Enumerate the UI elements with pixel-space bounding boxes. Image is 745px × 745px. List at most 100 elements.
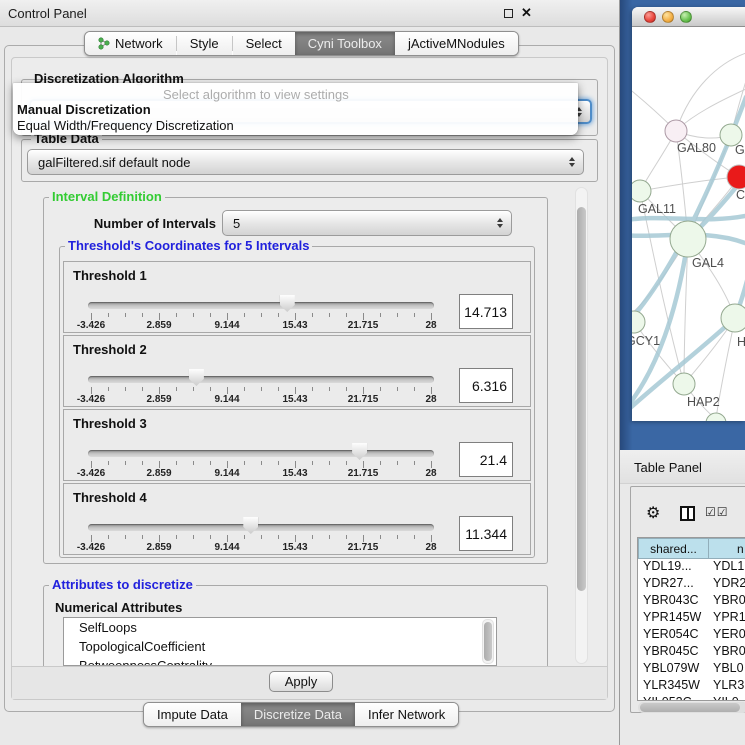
network-node[interactable] — [727, 165, 745, 189]
gear-icon[interactable]: ⚙ — [646, 503, 660, 523]
traffic-light-minimize-icon[interactable] — [662, 11, 674, 23]
table-cell[interactable]: YBR045C — [638, 644, 709, 661]
slider-track[interactable] — [88, 376, 434, 383]
slider-track[interactable] — [88, 302, 434, 309]
table-row[interactable]: YDR27...YDR2 — [638, 576, 745, 593]
float-window-icon[interactable] — [504, 9, 513, 18]
attribute-item[interactable]: SelfLoops — [64, 618, 496, 637]
slider-thumb[interactable] — [243, 517, 258, 534]
network-node[interactable] — [632, 180, 651, 202]
tab-discretize-data[interactable]: Discretize Data — [241, 703, 355, 726]
list-scrollbar-thumb[interactable] — [484, 622, 492, 661]
window-titlebar[interactable] — [632, 7, 745, 27]
tab-style[interactable]: Style — [177, 32, 232, 55]
slider-track[interactable] — [88, 450, 434, 457]
slider-tick — [363, 535, 364, 542]
table-row[interactable]: YLR345WYLR3 — [638, 678, 745, 695]
slider-tick — [295, 461, 296, 468]
cyni-scrollbar-thumb[interactable] — [577, 207, 586, 591]
close-icon[interactable]: ✕ — [521, 5, 532, 21]
network-node[interactable] — [706, 413, 726, 421]
slider-tick-label: -3.426 — [59, 320, 123, 331]
table-row[interactable]: YBR045CYBR0 — [638, 644, 745, 661]
network-node[interactable] — [632, 311, 645, 333]
slider-tick — [278, 387, 279, 391]
select-columns-icon[interactable]: ☑☑ — [705, 505, 729, 519]
table-cell[interactable]: YLR3 — [709, 678, 744, 695]
tab-jactivemnodules[interactable]: jActiveMNodules — [395, 32, 518, 55]
network-node[interactable] — [673, 373, 695, 395]
screenshot-stage: Control Panel ✕ Network Style Select Cyn… — [0, 0, 745, 745]
tab-select[interactable]: Select — [233, 32, 295, 55]
threshold-box: Threshold 4 -3.4262.8599.14415.4321.7152… — [63, 483, 531, 555]
tab-cyni-toolbox[interactable]: Cyni Toolbox — [295, 32, 395, 55]
traffic-light-close-icon[interactable] — [644, 11, 656, 23]
table-cell[interactable]: YLR345W — [638, 678, 709, 695]
popup-option-equal-width-frequency[interactable]: Equal Width/Frequency Discretization — [17, 118, 234, 133]
slider-tick-label: 2.859 — [127, 394, 191, 405]
table-cell[interactable]: YDR27... — [638, 576, 709, 593]
table-cell[interactable]: YPR1 — [709, 610, 745, 627]
table-cell[interactable]: YBR0 — [709, 593, 745, 610]
slider-track[interactable] — [88, 524, 434, 531]
split-view-icon[interactable] — [680, 506, 695, 521]
table-cell[interactable]: YPR145W — [638, 610, 709, 627]
h-scrollbar-thumb[interactable] — [640, 703, 740, 712]
table-row[interactable]: YIL052CYIL0 — [638, 695, 745, 701]
threshold-value-field[interactable]: 21.4 — [459, 442, 513, 477]
list-items: SelfLoopsTopologicalCoefficientBetweenne… — [64, 618, 496, 666]
table-cell[interactable]: YBL079W — [638, 661, 709, 678]
list-scrollbar[interactable] — [482, 619, 494, 664]
network-node[interactable] — [670, 221, 706, 257]
tab-network[interactable]: Network — [85, 32, 176, 55]
node-label: GAL80 — [677, 141, 716, 155]
slider-tick — [414, 461, 415, 465]
table-row[interactable]: YPR145WYPR1 — [638, 610, 745, 627]
node-label: GAL11 — [638, 202, 676, 216]
table-cell[interactable]: YDL1 — [709, 559, 744, 576]
table-row[interactable]: YDL19...YDL1 — [638, 559, 745, 576]
table-cell[interactable]: YER054C — [638, 627, 709, 644]
table-cell[interactable]: YDL19... — [638, 559, 709, 576]
attribute-item[interactable]: BetweennessCentrality — [64, 656, 496, 666]
numerical-attributes-list[interactable]: SelfLoopsTopologicalCoefficientBetweenne… — [63, 617, 497, 666]
table-cell[interactable]: YBR043C — [638, 593, 709, 610]
table-cell[interactable]: YDR2 — [709, 576, 745, 593]
attribute-item[interactable]: TopologicalCoefficient — [64, 637, 496, 656]
threshold-value-field[interactable]: 11.344 — [459, 516, 513, 551]
apply-button[interactable]: Apply — [269, 671, 333, 692]
table-row[interactable]: YBR043CYBR0 — [638, 593, 745, 610]
tab-impute-data[interactable]: Impute Data — [144, 703, 241, 726]
popup-option-manual-discretization[interactable]: Manual Discretization — [17, 102, 151, 117]
h-scrollbar[interactable] — [638, 702, 745, 713]
table-row[interactable]: YER054CYER0 — [638, 627, 745, 644]
slider-tick-label: 2.859 — [127, 468, 191, 479]
table-row[interactable]: YBL079WYBL0 — [638, 661, 745, 678]
threshold-value-field[interactable]: 14.713 — [459, 294, 513, 329]
slider-thumb[interactable] — [189, 369, 204, 386]
interval-count-combobox[interactable]: 5 — [222, 210, 512, 236]
tab-infer-network[interactable]: Infer Network — [355, 703, 458, 726]
table-cell[interactable]: YIL0 — [709, 695, 739, 701]
column-header-name[interactable]: n — [708, 538, 745, 559]
table-cell[interactable]: YBL0 — [709, 661, 744, 678]
traffic-light-zoom-icon[interactable] — [680, 11, 692, 23]
tab-label: Network — [115, 36, 163, 51]
slider-tick — [227, 313, 228, 320]
slider-tick — [210, 387, 211, 391]
network-node[interactable] — [721, 304, 745, 332]
slider-thumb[interactable] — [352, 443, 367, 460]
network-node[interactable] — [665, 120, 687, 142]
slider-thumb[interactable] — [280, 295, 295, 312]
table-cell[interactable]: YIL052C — [638, 695, 709, 701]
column-header-shared[interactable]: shared... — [638, 538, 709, 559]
cyni-scrollbar[interactable] — [575, 187, 588, 664]
table-data-combobox[interactable]: galFiltered.sif default node — [27, 149, 584, 175]
slider-tick — [431, 313, 432, 320]
slider-tick — [278, 461, 279, 465]
table-cell[interactable]: YBR0 — [709, 644, 745, 661]
table-cell[interactable]: YER0 — [709, 627, 745, 644]
threshold-value-field[interactable]: 6.316 — [459, 368, 513, 403]
group-title-interval-definition: Interval Definition — [49, 190, 165, 204]
slider-tick-label: -3.426 — [59, 468, 123, 479]
